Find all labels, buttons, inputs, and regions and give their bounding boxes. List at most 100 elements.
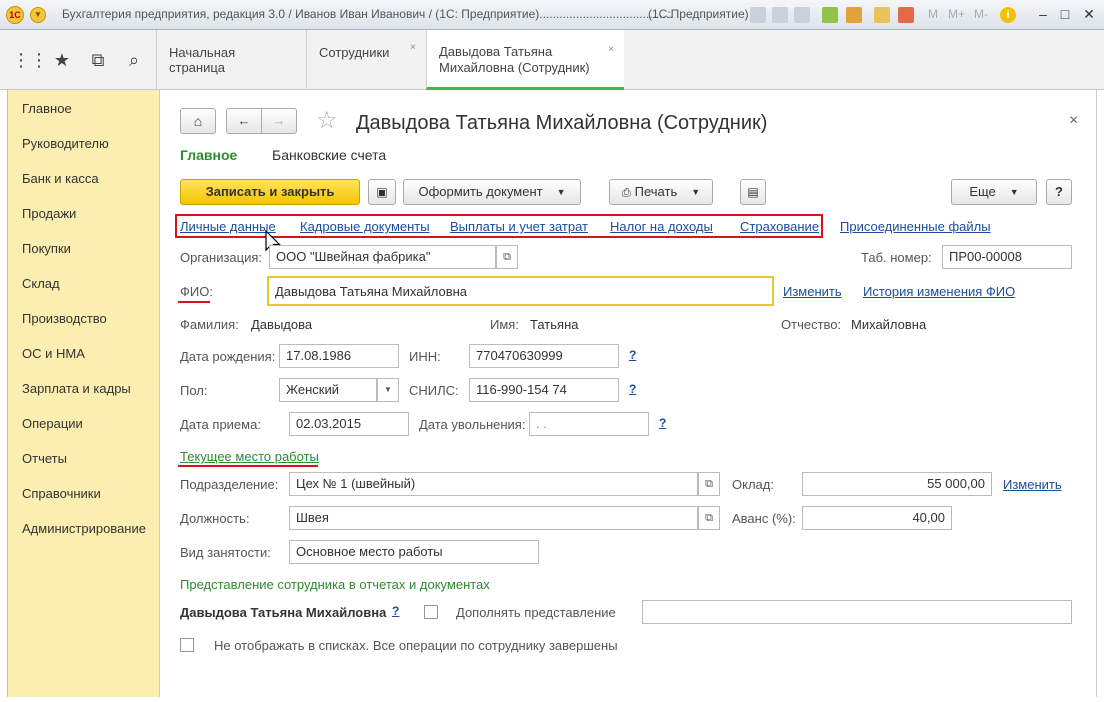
sidebar-item-salary[interactable]: Зарплата и кадры	[22, 381, 131, 396]
current-workplace-link[interactable]: Текущее место работы	[180, 449, 319, 464]
forward-button[interactable]: →	[261, 108, 297, 134]
info-icon[interactable]: i	[1000, 7, 1016, 23]
home-button[interactable]: ⌂	[180, 108, 216, 134]
preview-icon[interactable]	[794, 7, 810, 23]
fio-change-link[interactable]: Изменить	[783, 284, 842, 299]
presentation-header: Представление сотрудника в отчетах и док…	[180, 577, 490, 592]
tab-label-line1: Давыдова Татьяна	[439, 44, 553, 59]
window-title: Бухгалтерия предприятия, редакция 3.0 / …	[62, 7, 673, 21]
tab-employee-card[interactable]: Давыдова Татьяна Михайловна (Сотрудник) …	[426, 30, 624, 90]
memory-minus-label[interactable]: M-	[974, 7, 988, 21]
tab-label-line2: Михайловна (Сотрудник)	[439, 60, 590, 75]
employment-type-field[interactable]: Основное место работы	[289, 540, 539, 564]
advance-field[interactable]: 40,00	[802, 506, 952, 530]
maximize-button[interactable]: □	[1052, 4, 1078, 24]
tab-close-icon[interactable]: ×	[410, 42, 416, 53]
save-icon[interactable]	[750, 7, 766, 23]
sidebar-item-administration[interactable]: Администрирование	[22, 521, 146, 536]
hire-date-field[interactable]: 02.03.2015	[289, 412, 409, 436]
back-button[interactable]: ←	[226, 108, 262, 134]
form-close-icon[interactable]: ×	[1069, 112, 1078, 130]
sidebar-item-manager[interactable]: Руководителю	[22, 136, 109, 151]
inn-field[interactable]: 770470630999	[469, 344, 619, 368]
employee-form: ⌂ ← → ☆ Давыдова Татьяна Михайловна (Сот…	[160, 90, 1097, 697]
inn-label: ИНН:	[409, 349, 441, 364]
main-menu-icon[interactable]: ▼	[30, 7, 46, 23]
supplement-checkbox[interactable]	[424, 605, 438, 619]
subtab-bank-accounts[interactable]: Банковские счета	[272, 147, 386, 163]
open-position-icon[interactable]: ⧉	[698, 506, 720, 530]
snils-help-icon[interactable]: ?	[629, 382, 636, 396]
window-close-button[interactable]: ✕	[1076, 4, 1102, 24]
department-field[interactable]: Цех № 1 (швейный)	[289, 472, 698, 496]
salary-change-link[interactable]: Изменить	[1003, 477, 1062, 492]
tab-close-icon[interactable]: ×	[608, 42, 614, 58]
link-personal-data[interactable]: Личные данные	[180, 219, 276, 234]
memory-plus-label[interactable]: M+	[948, 7, 965, 21]
link-hr-documents[interactable]: Кадровые документы	[300, 219, 430, 234]
sidebar-item-bank[interactable]: Банк и касса	[22, 171, 99, 186]
history-icon[interactable]: ⧉	[86, 48, 110, 72]
save-and-close-button[interactable]: Записать и закрыть	[180, 179, 360, 205]
fire-date-field[interactable]: . .	[529, 412, 649, 436]
snils-field[interactable]: 116-990-154 74	[469, 378, 619, 402]
sidebar: Главное Руководителю Банк и касса Продаж…	[7, 90, 160, 697]
position-field[interactable]: Швея	[289, 506, 698, 530]
more-button[interactable]: Еще ▼	[951, 179, 1037, 205]
tab-number-field[interactable]: ПР00-00008	[942, 245, 1072, 269]
sidebar-item-production[interactable]: Производство	[22, 311, 107, 326]
print-button[interactable]: ⎙ Печать ▼	[609, 179, 713, 205]
workplace-underline	[178, 465, 318, 467]
presentation-name: Давыдова Татьяна Михайловна	[180, 605, 387, 620]
memory-m-label[interactable]: M	[928, 7, 938, 21]
hide-employee-label: Не отображать в списках. Все операции по…	[214, 638, 618, 653]
sidebar-item-main[interactable]: Главное	[22, 101, 72, 116]
apps-grid-icon[interactable]: ⋮⋮	[12, 48, 48, 72]
favorite-star-icon[interactable]: ☆	[316, 106, 338, 135]
link-payments[interactable]: Выплаты и учет затрат	[450, 219, 588, 234]
help-button[interactable]: ?	[1046, 179, 1072, 205]
gender-select[interactable]: Женский	[279, 378, 377, 402]
salary-field[interactable]: 55 000,00	[802, 472, 992, 496]
inn-help-icon[interactable]: ?	[629, 348, 636, 362]
calendar-icon[interactable]	[898, 7, 914, 23]
fio-field[interactable]: Давыдова Татьяна Михайловна	[267, 276, 774, 306]
favorites-icon[interactable]	[822, 7, 838, 23]
search-icon[interactable]: ⌕	[122, 48, 146, 72]
fio-label: ФИО:	[180, 284, 213, 299]
patronymic-label: Отчество:	[781, 317, 842, 332]
sidebar-item-operations[interactable]: Операции	[22, 416, 83, 431]
supplement-field[interactable]	[642, 600, 1072, 624]
open-department-icon[interactable]: ⧉	[698, 472, 720, 496]
org-field[interactable]: ООО "Швейная фабрика"	[269, 245, 496, 269]
sidebar-item-fixed-assets[interactable]: ОС и НМА	[22, 346, 85, 361]
fire-date-help-icon[interactable]: ?	[659, 416, 666, 430]
sidebar-item-directories[interactable]: Справочники	[22, 486, 101, 501]
calculator-icon[interactable]	[874, 7, 890, 23]
link-insurance[interactable]: Страхование	[740, 219, 819, 234]
link-attached-files[interactable]: Присоединенные файлы	[840, 219, 991, 234]
gender-label: Пол:	[180, 383, 208, 398]
sidebar-item-sales[interactable]: Продажи	[22, 206, 76, 221]
make-document-label: Оформить документ	[418, 184, 543, 199]
fio-history-link[interactable]: История изменения ФИО	[863, 284, 1015, 299]
subtab-main[interactable]: Главное	[180, 147, 237, 163]
report-icon[interactable]: ▤	[740, 179, 766, 205]
tab-home[interactable]: Начальная страница	[156, 30, 306, 90]
tab-employees[interactable]: Сотрудники ×	[306, 30, 426, 90]
gender-dropdown-icon[interactable]: ▼	[377, 378, 399, 402]
birth-date-field[interactable]: 17.08.1986	[279, 344, 399, 368]
sidebar-item-reports[interactable]: Отчеты	[22, 451, 67, 466]
presentation-help-icon[interactable]: ?	[392, 604, 399, 618]
open-org-icon[interactable]: ⧉	[496, 245, 518, 269]
name-label: Имя:	[490, 317, 519, 332]
hide-employee-checkbox[interactable]	[180, 638, 194, 652]
make-document-button[interactable]: Оформить документ ▼	[403, 179, 581, 205]
sidebar-item-warehouse[interactable]: Склад	[22, 276, 60, 291]
link-icon[interactable]	[846, 7, 862, 23]
print-icon[interactable]	[772, 7, 788, 23]
link-income-tax[interactable]: Налог на доходы	[610, 219, 713, 234]
save-disk-icon[interactable]: ▣	[368, 179, 396, 205]
sidebar-item-purchases[interactable]: Покупки	[22, 241, 71, 256]
star-icon[interactable]: ★	[50, 48, 74, 72]
